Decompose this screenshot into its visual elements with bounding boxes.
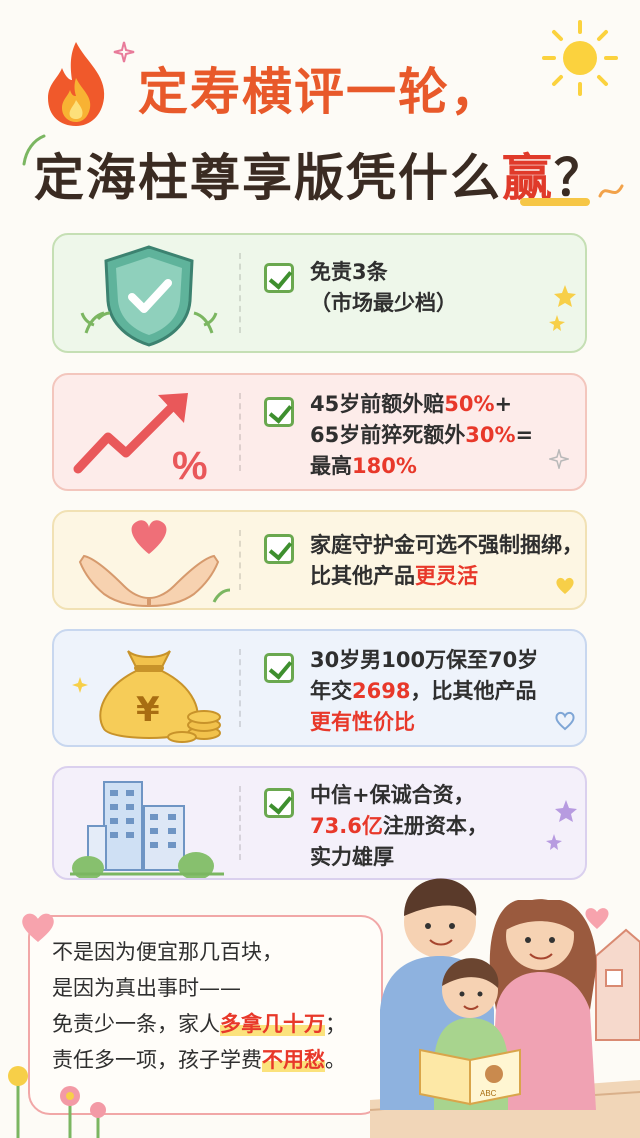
card-4-text: 30岁男100万保至70岁 年交2698，比其他产品 更有性价比 [310,648,539,734]
money-bag-coins-icon: ¥ [72,650,221,743]
growth-arrow-percent-icon: % [73,393,208,488]
checkbox-icon [264,397,294,427]
sparkle-icon [549,449,569,469]
shield-icon [80,245,218,347]
heart-icon [556,577,574,594]
card-3-text: 家庭守护金可选不强制捆绑， 比其他产品更灵活 [310,533,583,588]
title-underline [520,198,590,206]
card-divider [239,786,241,860]
title-line-1: 定寿横评一轮， [138,63,502,121]
star-icon [546,800,577,850]
card-divider [239,393,241,471]
card-price: ¥ 30岁男100万保至70岁 年交2698，比其他产品 更有性价比 [52,629,587,747]
checkbox-icon [264,653,294,683]
buildings-icon [70,781,224,878]
star-icon [549,285,576,331]
infographic-page: 定寿横评一轮， 定海柱尊享版凭什么赢？ 免责3条 （市场最少档） % 45岁前额… [0,0,640,1138]
family-reading-illustration: ABC [370,878,640,1138]
hands-heart-icon [78,520,231,608]
checkbox-icon [264,263,294,293]
svg-text:¥: ¥ [136,690,160,730]
card-divider [239,253,241,333]
card-1-text: 免责3条 （市场最少档） [310,260,457,315]
card-divider [239,649,241,727]
card-extra-payout: % 45岁前额外赔50%+ 65岁前猝死额外30%= 最高180% [52,373,587,491]
heart-outline-icon [555,711,575,731]
title-line-2: 定海柱尊享版凭什么赢？ [34,149,606,207]
card-2-text: 45岁前额外赔50%+ 65岁前猝死额外30%= 最高180% [310,392,534,478]
checkbox-icon [264,788,294,818]
card-exclusions: 免责3条 （市场最少档） [52,233,587,353]
svg-text:%: % [172,444,208,488]
flowers-icon [8,1066,106,1138]
card-divider [239,530,241,590]
book-cover-text: ABC [480,1089,497,1098]
card-family-protection: 家庭守护金可选不强制捆绑， 比其他产品更灵活 [52,510,587,610]
checkbox-icon [264,534,294,564]
